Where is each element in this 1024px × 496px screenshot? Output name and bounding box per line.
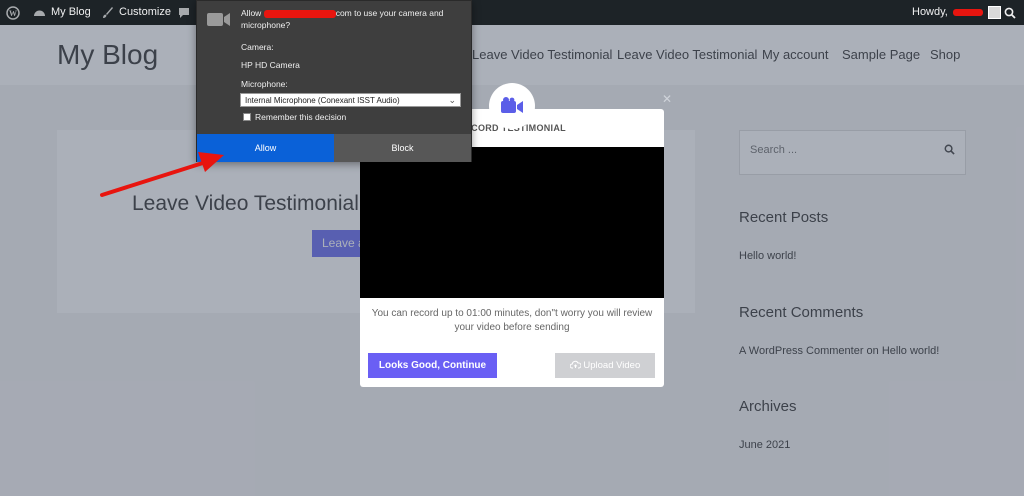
wordpress-logo-icon[interactable]: W (6, 0, 20, 25)
upload-video-button[interactable]: Upload Video (555, 353, 655, 378)
permission-message: Allow com to use your camera and microph… (241, 7, 465, 31)
block-button[interactable]: Block (334, 134, 471, 162)
redacted-username (952, 9, 983, 16)
video-preview (360, 147, 664, 298)
modal-badge (489, 83, 535, 129)
avatar (987, 6, 1001, 19)
admin-bar-customize-label: Customize (119, 6, 171, 18)
permission-allow-prefix: Allow (241, 8, 262, 18)
comments-icon[interactable] (178, 0, 190, 25)
cloud-upload-icon (569, 360, 582, 369)
redacted-domain (263, 9, 336, 18)
video-camera-icon (501, 97, 523, 113)
paintbrush-icon (103, 7, 113, 18)
admin-bar-greeting: Howdy, (912, 6, 948, 18)
dashboard-icon (34, 10, 45, 16)
close-icon[interactable]: ✕ (662, 92, 672, 106)
admin-bar-account[interactable]: Howdy, (912, 0, 1001, 25)
permission-prompt: Allow com to use your camera and microph… (196, 0, 472, 162)
camera-label: Camera: (241, 42, 274, 52)
continue-button[interactable]: Looks Good, Continue (368, 353, 497, 378)
remember-label: Remember this decision (255, 112, 347, 122)
modal-note: You can record up to 01:00 minutes, don"… (371, 308, 653, 333)
microphone-value: Internal Microphone (Conexant ISST Audio… (245, 96, 400, 105)
microphone-label: Microphone: (241, 79, 288, 89)
admin-bar-site-link[interactable]: My Blog (33, 0, 91, 25)
chevron-down-icon: ⌄ (448, 95, 456, 105)
camera-icon (206, 9, 232, 34)
admin-search-icon[interactable] (1004, 0, 1016, 25)
svg-text:W: W (9, 9, 17, 18)
remember-checkbox[interactable] (243, 113, 251, 121)
admin-bar: W My Blog Customize Howdy, (0, 0, 1024, 25)
admin-bar-customize-link[interactable]: Customize (101, 0, 171, 25)
microphone-select[interactable]: Internal Microphone (Conexant ISST Audio… (240, 93, 461, 107)
upload-video-label: Upload Video (583, 360, 641, 371)
admin-bar-site-name: My Blog (51, 6, 91, 18)
allow-button[interactable]: Allow (197, 134, 334, 162)
camera-value: HP HD Camera (241, 60, 300, 70)
